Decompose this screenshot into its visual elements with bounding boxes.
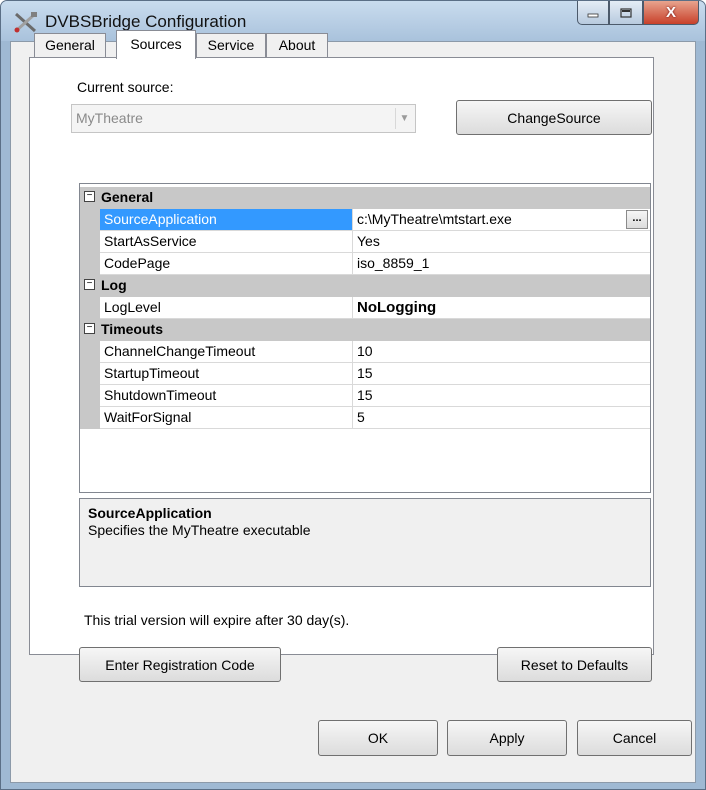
ok-label: OK (367, 730, 389, 746)
apply-button[interactable]: Apply (447, 720, 567, 756)
enter-registration-label: Enter Registration Code (105, 656, 255, 673)
browse-button[interactable]: ... (626, 210, 648, 229)
tab-general[interactable]: General (34, 33, 106, 57)
collapse-icon[interactable]: − (84, 323, 95, 334)
tab-service-label: Service (207, 37, 255, 53)
cancel-label: Cancel (612, 730, 657, 746)
property-value[interactable]: Yes (353, 231, 650, 253)
property-name[interactable]: StartupTimeout (100, 363, 353, 385)
property-row[interactable]: LogLevel NoLogging (80, 297, 650, 319)
property-row[interactable]: ChannelChangeTimeout 10 (80, 341, 650, 363)
row-margin (80, 297, 100, 319)
row-margin (80, 341, 100, 363)
help-title: SourceApplication (88, 505, 212, 521)
property-row[interactable]: StartAsService Yes (80, 231, 650, 253)
category-general[interactable]: − General (80, 187, 650, 209)
row-margin (80, 363, 100, 385)
row-margin (80, 385, 100, 407)
property-value: c:\MyTheatre\mtstart.exe (357, 211, 512, 227)
current-source-label: Current source: (77, 79, 174, 95)
property-name[interactable]: ChannelChangeTimeout (100, 341, 353, 363)
property-value[interactable]: 15 (353, 385, 650, 407)
property-value-field[interactable]: c:\MyTheatre\mtstart.exe ... (353, 209, 650, 231)
change-source-label: ChangeSource (507, 109, 601, 126)
minimize-button[interactable] (577, 1, 609, 25)
help-description: Specifies the MyTheatre executable (88, 522, 311, 538)
minimize-icon (587, 13, 599, 17)
property-name[interactable]: ShutdownTimeout (100, 385, 353, 407)
property-grid[interactable]: − General SourceApplication c:\MyTheatre… (79, 183, 651, 493)
title-bar[interactable]: DVBSBridge Configuration X (1, 1, 705, 41)
property-row[interactable]: StartupTimeout 15 (80, 363, 650, 385)
collapse-icon[interactable]: − (84, 279, 95, 290)
cancel-button[interactable]: Cancel (577, 720, 692, 756)
trial-notice: This trial version will expire after 30 … (84, 612, 350, 628)
source-dropdown-value: MyTheatre (76, 110, 143, 126)
property-row[interactable]: ShutdownTimeout 15 (80, 385, 650, 407)
collapse-icon[interactable]: − (84, 191, 95, 202)
property-value[interactable]: 10 (353, 341, 650, 363)
property-help-panel: SourceApplication Specifies the MyTheatr… (79, 498, 651, 587)
property-row[interactable]: CodePage iso_8859_1 (80, 253, 650, 275)
category-name: General (101, 189, 154, 205)
property-value[interactable]: 15 (353, 363, 650, 385)
window-controls: X (577, 1, 699, 25)
enter-registration-button[interactable]: Enter Registration Code (79, 647, 281, 682)
property-name[interactable]: WaitForSignal (100, 407, 353, 429)
close-button[interactable]: X (643, 1, 699, 25)
close-icon: X (665, 4, 676, 21)
category-timeouts[interactable]: − Timeouts (80, 319, 650, 341)
property-name[interactable]: StartAsService (100, 231, 353, 253)
ok-button[interactable]: OK (318, 720, 438, 756)
reset-defaults-button[interactable]: Reset to Defaults (497, 647, 652, 682)
chevron-down-icon[interactable]: ▼ (395, 108, 413, 129)
tab-service[interactable]: Service (196, 33, 266, 57)
property-name[interactable]: CodePage (100, 253, 353, 275)
property-value[interactable]: NoLogging (353, 297, 650, 319)
property-row[interactable]: SourceApplication c:\MyTheatre\mtstart.e… (80, 209, 650, 231)
category-name: Log (101, 277, 127, 293)
window-title: DVBSBridge Configuration (45, 12, 247, 31)
property-value[interactable]: iso_8859_1 (353, 253, 650, 275)
tab-sources-label: Sources (130, 36, 182, 52)
tab-sources[interactable]: Sources (116, 30, 196, 59)
property-name[interactable]: LogLevel (100, 297, 353, 319)
tab-general-label: General (45, 37, 95, 53)
property-row[interactable]: WaitForSignal 5 (80, 407, 650, 429)
row-margin (80, 209, 100, 231)
tools-icon (14, 12, 37, 33)
change-source-button[interactable]: ChangeSource (456, 100, 652, 135)
source-dropdown[interactable]: MyTheatre ▼ (71, 104, 416, 133)
property-value[interactable]: 5 (353, 407, 650, 429)
row-margin (80, 407, 100, 429)
tab-about[interactable]: About (266, 33, 328, 57)
apply-label: Apply (489, 730, 525, 746)
row-margin (80, 253, 100, 275)
maximize-icon (620, 7, 632, 18)
row-margin (80, 231, 100, 253)
category-log[interactable]: − Log (80, 275, 650, 297)
tab-about-label: About (278, 37, 316, 53)
maximize-button[interactable] (609, 1, 643, 25)
property-name[interactable]: SourceApplication (100, 209, 353, 231)
category-name: Timeouts (101, 321, 163, 337)
reset-defaults-label: Reset to Defaults (520, 656, 629, 673)
